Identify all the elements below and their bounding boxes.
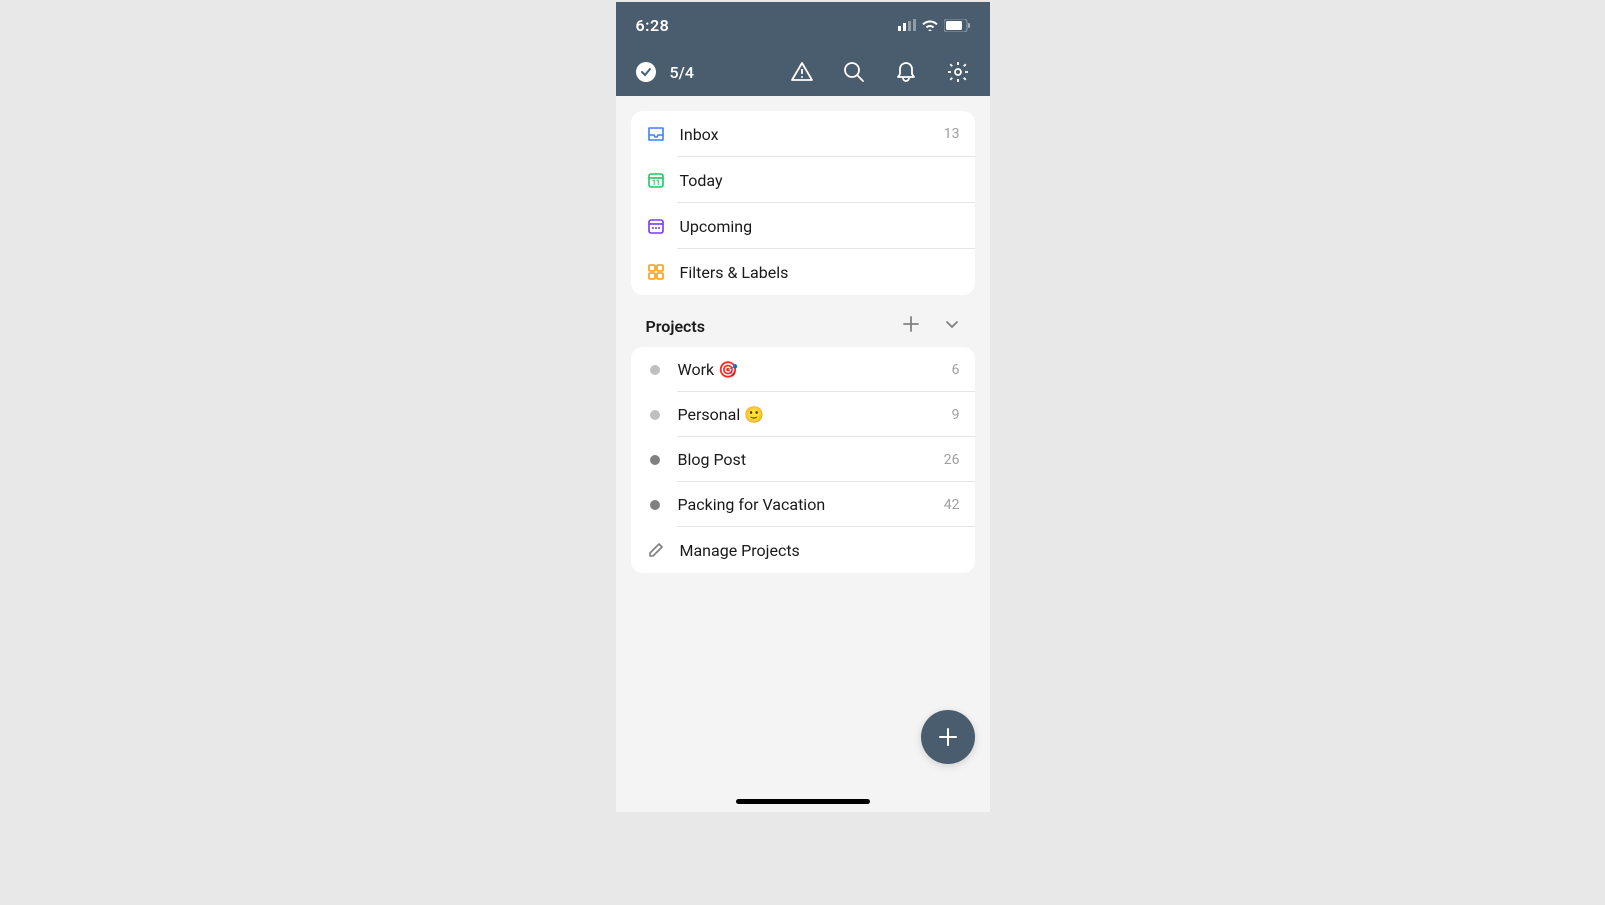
project-count: 26 <box>944 452 960 468</box>
projects-actions <box>902 315 960 337</box>
status-time: 6:28 <box>636 16 670 35</box>
nav-upcoming[interactable]: Upcoming <box>631 203 975 249</box>
add-task-fab[interactable] <box>921 710 975 764</box>
nav-label: Inbox <box>680 125 944 144</box>
svg-text:11: 11 <box>652 179 660 187</box>
content-area: Inbox 13 11 Today Upcoming <box>616 96 990 588</box>
project-dot <box>650 500 660 510</box>
project-label: Blog Post <box>678 450 944 469</box>
projects-card: Work 🎯 6 Personal 🙂 9 Blog Post 26 Packi… <box>631 347 975 573</box>
manage-projects-label: Manage Projects <box>680 541 960 560</box>
upcoming-icon <box>646 216 666 236</box>
views-card: Inbox 13 11 Today Upcoming <box>631 111 975 295</box>
manage-projects-item[interactable]: Manage Projects <box>631 527 975 573</box>
nav-label: Upcoming <box>680 217 960 236</box>
signal-icon <box>898 19 916 31</box>
project-item-personal[interactable]: Personal 🙂 9 <box>631 392 975 437</box>
project-item-packing[interactable]: Packing for Vacation 42 <box>631 482 975 527</box>
project-count: 9 <box>952 407 960 423</box>
project-count: 42 <box>944 497 960 513</box>
plus-icon <box>936 725 960 749</box>
home-indicator[interactable] <box>736 799 870 804</box>
nav-label: Today <box>680 171 960 190</box>
app-toolbar: 5/4 <box>616 48 990 96</box>
collapse-projects-icon[interactable] <box>944 316 960 336</box>
project-label: Work 🎯 <box>678 360 952 379</box>
toolbar-icons-group <box>790 60 970 84</box>
project-item-work[interactable]: Work 🎯 6 <box>631 347 975 392</box>
pencil-icon <box>646 540 666 560</box>
wifi-icon <box>922 19 938 31</box>
nav-label: Filters & Labels <box>680 263 960 282</box>
phone-screen: 6:28 5/4 <box>616 2 990 812</box>
progress-label: 5/4 <box>670 63 776 82</box>
settings-gear-icon[interactable] <box>946 60 970 84</box>
status-bar: 6:28 <box>616 2 990 48</box>
projects-header: Projects <box>631 295 975 347</box>
notification-bell-icon[interactable] <box>894 60 918 84</box>
battery-icon <box>944 19 970 32</box>
project-dot <box>650 455 660 465</box>
nav-filters-labels[interactable]: Filters & Labels <box>631 249 975 295</box>
progress-check-icon[interactable] <box>636 62 656 82</box>
project-count: 6 <box>952 362 960 378</box>
project-dot <box>650 410 660 420</box>
project-item-blog-post[interactable]: Blog Post 26 <box>631 437 975 482</box>
nav-inbox[interactable]: Inbox 13 <box>631 111 975 157</box>
warning-icon[interactable] <box>790 60 814 84</box>
status-icons <box>898 19 970 32</box>
filters-icon <box>646 262 666 282</box>
project-dot <box>650 365 660 375</box>
project-label: Personal 🙂 <box>678 405 952 424</box>
project-label: Packing for Vacation <box>678 495 944 514</box>
nav-today[interactable]: 11 Today <box>631 157 975 203</box>
projects-title: Projects <box>646 317 902 336</box>
add-project-icon[interactable] <box>902 315 920 337</box>
today-icon: 11 <box>646 170 666 190</box>
inbox-icon <box>646 124 666 144</box>
nav-count: 13 <box>944 126 960 142</box>
search-icon[interactable] <box>842 60 866 84</box>
